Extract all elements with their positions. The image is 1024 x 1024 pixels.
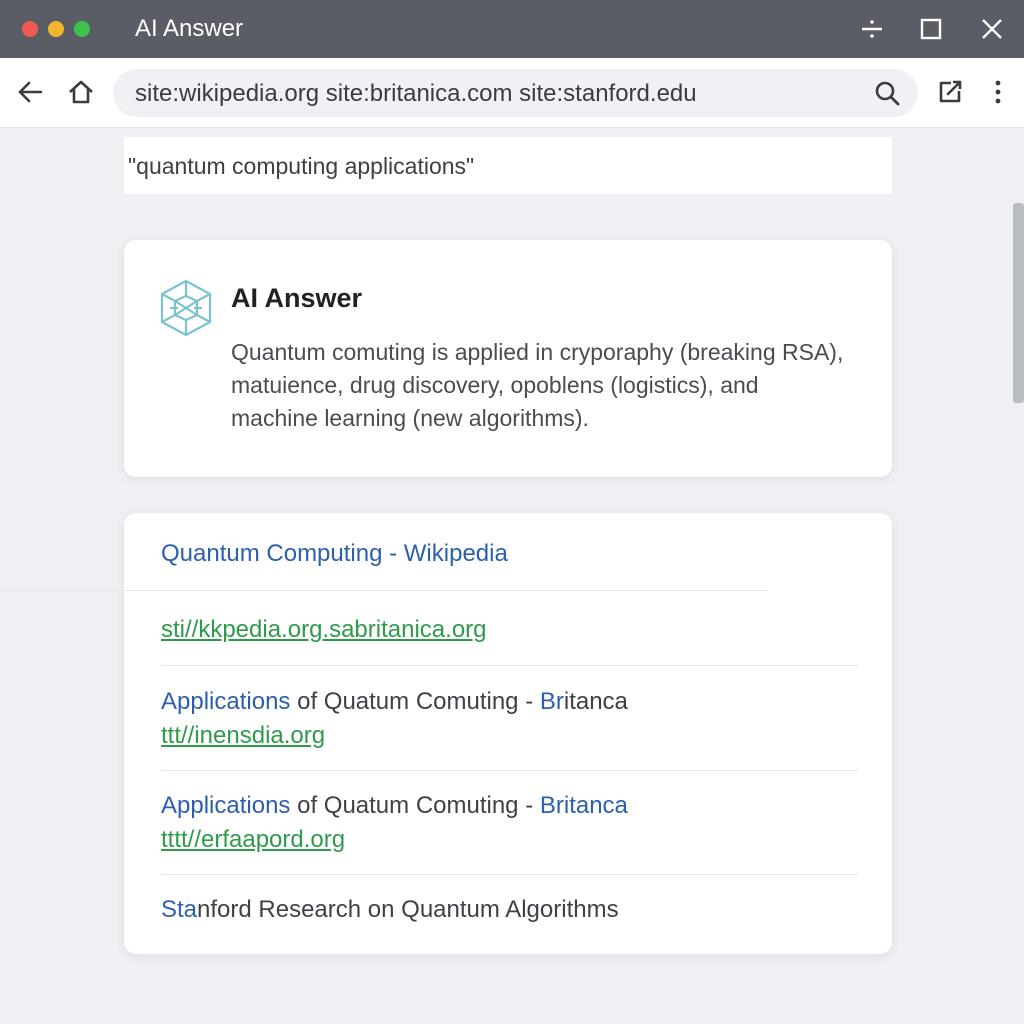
address-bar-text[interactable]: site:wikipedia.org site:britanica.com si…	[135, 80, 697, 108]
result-title-3-part: of Quatum Comuting -	[290, 792, 540, 819]
ai-answer-title: AI Answer	[231, 283, 363, 313]
address-bar[interactable]: site:wikipedia.org site:britanica.com si…	[113, 69, 918, 117]
window-title: AI Answer	[135, 15, 244, 42]
query-text[interactable]: "quantum computing applications"	[128, 153, 474, 180]
maximize-button[interactable]	[914, 12, 948, 46]
ai-answer-body: Quantum comuting is applied in cryporaph…	[231, 339, 844, 431]
back-arrow-icon	[18, 81, 43, 103]
result-title-2[interactable]: Applications of Quatum Comuting - Britan…	[161, 688, 628, 716]
open-external-icon	[939, 80, 962, 103]
result-header-link[interactable]: Quantum Computing - Wikipedia	[161, 540, 508, 568]
results-divider	[161, 665, 858, 666]
back-button[interactable]	[13, 75, 47, 109]
search-icon	[875, 81, 900, 106]
close-window-dot[interactable]	[22, 21, 38, 37]
result-title-4[interactable]: Stanford Research on Quantum Algorithms	[161, 896, 619, 924]
results-divider	[161, 770, 858, 771]
more-vert-icon	[995, 80, 1001, 104]
result-title-4-part: nford Research on Quantum Algorithms	[197, 896, 619, 923]
scrollbar-thumb[interactable]	[1013, 203, 1024, 403]
window-titlebar: AI Answer	[0, 0, 1024, 58]
close-icon	[982, 19, 1002, 39]
search-button[interactable]	[870, 76, 904, 110]
result-title-2-part: Applications	[161, 688, 291, 715]
result-link-3[interactable]: tttt//erfaapord.org	[161, 826, 345, 854]
results-divider	[161, 874, 858, 875]
close-button[interactable]	[975, 12, 1009, 46]
maximize-icon	[920, 18, 942, 40]
result-title-4-part: Sta	[161, 896, 198, 923]
more-menu-button[interactable]	[981, 75, 1015, 109]
browser-toolbar: site:wikipedia.org site:britanica.com si…	[0, 58, 1024, 128]
minimize-window-dot[interactable]	[48, 21, 64, 37]
minimize-icon	[862, 20, 882, 38]
result-title-2-part: of Quatum Comuting -	[290, 688, 540, 715]
ai-logo-icon	[160, 279, 212, 337]
result-title-3-part: Britanca	[539, 792, 628, 819]
zoom-window-dot[interactable]	[74, 21, 90, 37]
results-divider	[0, 590, 768, 591]
ai-answer-card: AI Answer Quantum comuting is applied in…	[124, 240, 892, 477]
result-title-2-part: Br	[539, 688, 564, 715]
home-icon	[69, 80, 93, 104]
query-box[interactable]: "quantum computing applications"	[124, 137, 892, 194]
minimize-button[interactable]	[855, 12, 889, 46]
result-title-3-part: Applications	[161, 792, 291, 819]
result-title-2-part: itanca	[563, 688, 628, 715]
result-title-3[interactable]: Applications of Quatum Comuting - Britan…	[161, 792, 628, 820]
home-button[interactable]	[64, 75, 98, 109]
result-link-2[interactable]: ttt//inensdia.org	[161, 722, 325, 750]
open-external-button[interactable]	[933, 75, 967, 109]
result-link-1[interactable]: sti//kkpedia.org.sabritanica.org	[161, 616, 487, 644]
